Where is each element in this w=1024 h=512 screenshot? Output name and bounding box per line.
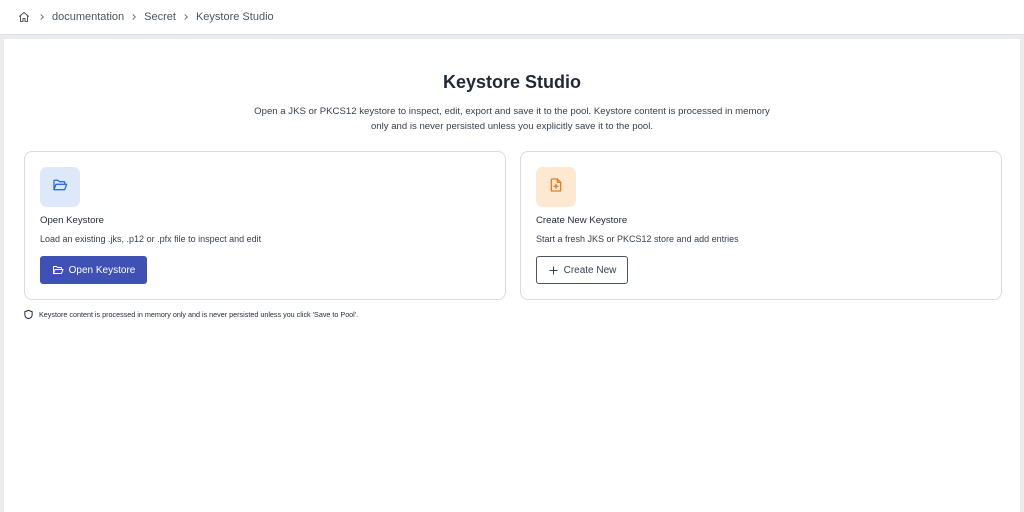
- folder-open-icon: [52, 177, 68, 198]
- open-keystore-card: Open Keystore Load an existing .jks, .p1…: [24, 151, 506, 300]
- plus-icon: [548, 265, 559, 276]
- create-new-button[interactable]: Create New: [536, 256, 628, 284]
- chevron-right-icon: [176, 11, 196, 23]
- file-plus-icon: [548, 177, 564, 198]
- breadcrumb: documentation Secret Keystore Studio: [0, 0, 1024, 35]
- shield-icon: [23, 309, 34, 320]
- create-new-button-label: Create New: [563, 264, 617, 276]
- privacy-notice: Keystore content is processed in memory …: [23, 309, 358, 320]
- create-keystore-icon-tile: [536, 167, 576, 207]
- open-keystore-description: Load an existing .jks, .p12 or .pfx file…: [40, 234, 262, 244]
- chevron-right-icon: [32, 11, 52, 23]
- open-keystore-icon-tile: [40, 167, 80, 207]
- open-keystore-title: Open Keystore: [40, 215, 104, 226]
- breadcrumb-item-secret[interactable]: Secret: [144, 11, 176, 23]
- page-description: Open a JKS or PKCS12 keystore to inspect…: [254, 106, 770, 132]
- breadcrumb-item-documentation[interactable]: documentation: [52, 11, 124, 23]
- breadcrumb-item-current: Keystore Studio: [195, 11, 274, 23]
- open-keystore-button-label: Open Keystore: [68, 264, 136, 276]
- home-icon[interactable]: [18, 11, 30, 23]
- page-title: Keystore Studio: [442, 72, 582, 92]
- create-keystore-card: Create New Keystore Start a fresh JKS or…: [520, 151, 1002, 300]
- main-content: Keystore Studio Open a JKS or PKCS12 key…: [4, 39, 1020, 512]
- folder-open-icon: [52, 264, 64, 276]
- open-keystore-button[interactable]: Open Keystore: [40, 256, 147, 284]
- privacy-notice-text: Keystore content is processed in memory …: [39, 310, 359, 319]
- create-keystore-title: Create New Keystore: [536, 215, 628, 226]
- chevron-right-icon: [124, 11, 144, 23]
- create-keystore-description: Start a fresh JKS or PKCS12 store and ad…: [536, 234, 739, 244]
